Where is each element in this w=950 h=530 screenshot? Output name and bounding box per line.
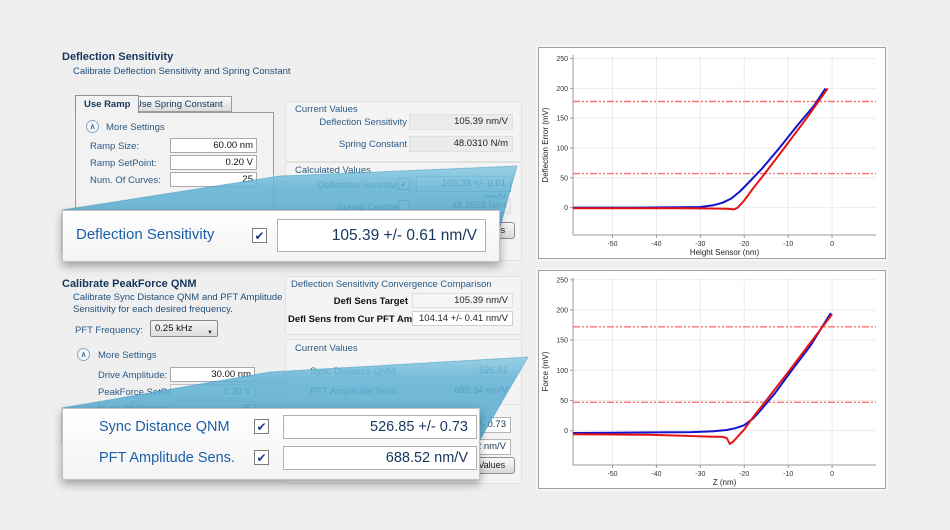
- svg-text:0: 0: [830, 471, 834, 478]
- force-vs-z-chart: -50 -40 -30 -20 -10 0 0 50 100 150 200 250 Z (nm) For…: [538, 270, 886, 489]
- ramp-setpoint-field[interactable]: 0.20 V: [170, 155, 257, 170]
- svg-text:0: 0: [564, 428, 568, 435]
- svg-text:200: 200: [556, 307, 568, 314]
- svg-text:50: 50: [560, 398, 568, 405]
- callout2-pft-ampl-label: PFT Amplitude Sens.: [99, 450, 235, 466]
- num-curves-field[interactable]: 25: [170, 172, 257, 187]
- svg-text:100: 100: [556, 145, 568, 152]
- calc-deflection-sens-value: 105.39 +/- 0.61 nm/V: [416, 176, 511, 192]
- chevron-down-icon: ▼: [207, 326, 213, 341]
- peakforce-setpoint-field[interactable]: 0.20 V: [170, 384, 255, 399]
- calculated-values-header-1: Calculated Values: [295, 165, 371, 176]
- current-deflection-sens-label: Deflection Sensitivity: [290, 117, 407, 128]
- current-sync-distance-label: Sync Distance QNM: [310, 366, 396, 377]
- deflection-error-vs-height-sensor-chart: -50 -40 -30 -20 -10 0 0 50 100 150 200 250 Height Se…: [538, 47, 886, 259]
- section2-subtitle-line1: Calibrate Sync Distance QNM and PFT Ampl…: [73, 292, 282, 303]
- svg-text:Height Sensor (nm): Height Sensor (nm): [690, 248, 760, 257]
- svg-text:Deflection Error (mV): Deflection Error (mV): [541, 107, 550, 182]
- svg-text:-20: -20: [739, 471, 749, 478]
- current-spring-constant-value: 48.0310 N/m: [409, 136, 513, 152]
- current-sync-distance-value: 526.91: [409, 363, 513, 379]
- current-pft-ampl-value: 680.34 nm/V: [409, 383, 513, 399]
- svg-text:-50: -50: [607, 241, 617, 248]
- svg-text:100: 100: [556, 368, 568, 375]
- callout2-pft-ampl-value: 688.52 nm/V: [283, 446, 477, 470]
- callout1-checkbox[interactable]: ✔: [252, 228, 267, 243]
- collapse-more-settings-2-button[interactable]: ∧: [77, 348, 90, 361]
- convergence-header: Deflection Sensitivity Convergence Compa…: [291, 279, 492, 290]
- deflection-sensitivity-callout: Deflection Sensitivity ✔ 105.39 +/- 0.61…: [62, 210, 500, 262]
- defl-sens-target-label: Defl Sens Target: [288, 296, 408, 307]
- ramp-size-label: Ramp Size:: [90, 141, 139, 152]
- callout2-sync-distance-checkbox[interactable]: ✔: [254, 419, 269, 434]
- svg-text:-20: -20: [739, 241, 749, 248]
- callout2-sync-distance-label: Sync Distance QNM: [99, 419, 230, 435]
- calc-deflection-sens-label: Deflection Sensitivity: [290, 180, 405, 191]
- callout2-sync-distance-value: 526.85 +/- 0.73: [283, 415, 477, 439]
- svg-text:-50: -50: [607, 471, 617, 478]
- more-settings-1-label[interactable]: More Settings: [106, 122, 165, 133]
- svg-text:-10: -10: [783, 471, 793, 478]
- svg-text:-40: -40: [651, 241, 661, 248]
- svg-text:200: 200: [556, 86, 568, 93]
- svg-text:Force (mV): Force (mV): [541, 351, 550, 391]
- current-values-header-1: Current Values: [295, 104, 358, 115]
- section2-subtitle-line2: Sensitivity for each desired frequency.: [73, 304, 233, 315]
- calibration-window: Deflection Sensitivity Calibrate Deflect…: [0, 0, 950, 530]
- tab-use-ramp[interactable]: Use Ramp: [75, 95, 139, 113]
- svg-text:250: 250: [556, 277, 568, 284]
- current-pft-ampl-label: PFT Amplitude Sens.: [310, 386, 399, 397]
- svg-text:Z (nm): Z (nm): [713, 478, 737, 487]
- defl-sens-target-value: 105.39 nm/V: [412, 293, 513, 308]
- more-settings-2-label[interactable]: More Settings: [98, 350, 157, 361]
- svg-text:-30: -30: [695, 471, 705, 478]
- current-spring-constant-label: Spring Constant: [290, 139, 407, 150]
- drive-amplitude-label: Drive Amplitude:: [98, 370, 167, 381]
- svg-text:0: 0: [830, 241, 834, 248]
- svg-text:250: 250: [556, 56, 568, 63]
- section1-subtitle: Calibrate Deflection Sensitivity and Spr…: [73, 66, 291, 77]
- section1-title: Deflection Sensitivity: [62, 51, 173, 63]
- svg-text:150: 150: [556, 116, 568, 123]
- svg-text:-40: -40: [651, 471, 661, 478]
- current-deflection-sens-value: 105.39 nm/V: [409, 114, 513, 130]
- chevron-up-icon: ∧: [81, 350, 87, 359]
- svg-text:0: 0: [564, 205, 568, 212]
- section2-title: Calibrate PeakForce QNM: [62, 278, 197, 290]
- pft-frequency-selected: 0.25 kHz: [155, 323, 193, 334]
- collapse-more-settings-1-button[interactable]: ∧: [86, 120, 99, 133]
- defl-sens-from-cur-value: 104.14 +/- 0.41 nm/V: [412, 311, 513, 326]
- callout1-label: Deflection Sensitivity: [76, 226, 214, 243]
- svg-text:50: 50: [560, 175, 568, 182]
- num-curves-label: Num. Of Curves:: [90, 175, 161, 186]
- calc-deflection-sens-checkbox[interactable]: ✔: [398, 178, 410, 190]
- ramp-size-field[interactable]: 60.00 nm: [170, 138, 257, 153]
- svg-text:150: 150: [556, 338, 568, 345]
- svg-text:-10: -10: [783, 241, 793, 248]
- drive-amplitude-field[interactable]: 30.00 nm: [170, 367, 255, 382]
- tab-use-spring-constant[interactable]: Use Spring Constant: [126, 96, 232, 112]
- chevron-up-icon: ∧: [90, 122, 96, 131]
- callout2-pft-ampl-checkbox[interactable]: ✔: [254, 450, 269, 465]
- svg-text:-30: -30: [695, 241, 705, 248]
- pft-frequency-label: PFT Frequency:: [75, 325, 143, 336]
- pft-frequency-dropdown[interactable]: 0.25 kHz ▼: [150, 320, 218, 337]
- callout1-value: 105.39 +/- 0.61 nm/V: [277, 219, 486, 252]
- peakforce-qnm-callout: Sync Distance QNM ✔ 526.85 +/- 0.73 PFT …: [62, 408, 480, 480]
- ramp-setpoint-label: Ramp SetPoint:: [90, 158, 157, 169]
- current-values-header-2: Current Values: [295, 343, 358, 354]
- defl-sens-from-cur-label: Defl Sens from Cur PFT Ampl Sens: [288, 314, 408, 325]
